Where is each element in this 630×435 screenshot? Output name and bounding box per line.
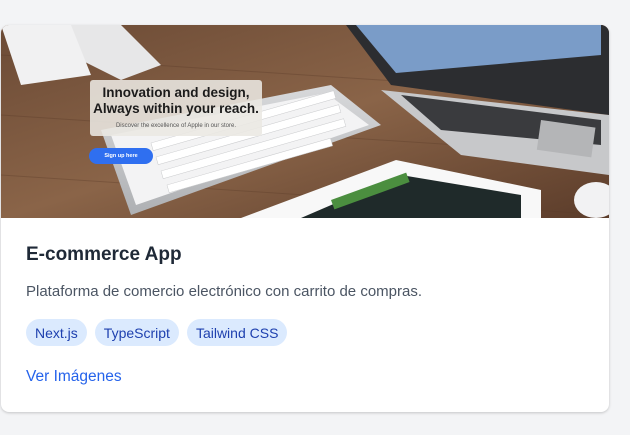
project-card: Innovation and design, Always within you… bbox=[1, 25, 609, 412]
banner-signup-button: Sign up here bbox=[89, 148, 153, 164]
banner-headline-2: Always within your reach. bbox=[93, 101, 259, 116]
view-images-link[interactable]: Ver Imágenes bbox=[26, 368, 122, 386]
tag-list: Next.js TypeScript Tailwind CSS bbox=[26, 319, 288, 346]
project-title: E-commerce App bbox=[26, 244, 182, 265]
tag-tailwind: Tailwind CSS bbox=[186, 319, 288, 346]
project-description: Plataforma de comercio electrónico con c… bbox=[26, 283, 423, 300]
project-image: Innovation and design, Always within you… bbox=[1, 25, 609, 218]
banner-headline-1: Innovation and design, bbox=[102, 85, 250, 100]
card-body: E-commerce App Plataforma de comercio el… bbox=[26, 244, 585, 385]
banner-subtext: Discover the excellence of Apple in our … bbox=[115, 123, 237, 129]
tag-nextjs: Next.js bbox=[26, 319, 87, 346]
image-banner: Innovation and design, Always within you… bbox=[90, 80, 262, 136]
tag-typescript: TypeScript bbox=[94, 319, 179, 346]
